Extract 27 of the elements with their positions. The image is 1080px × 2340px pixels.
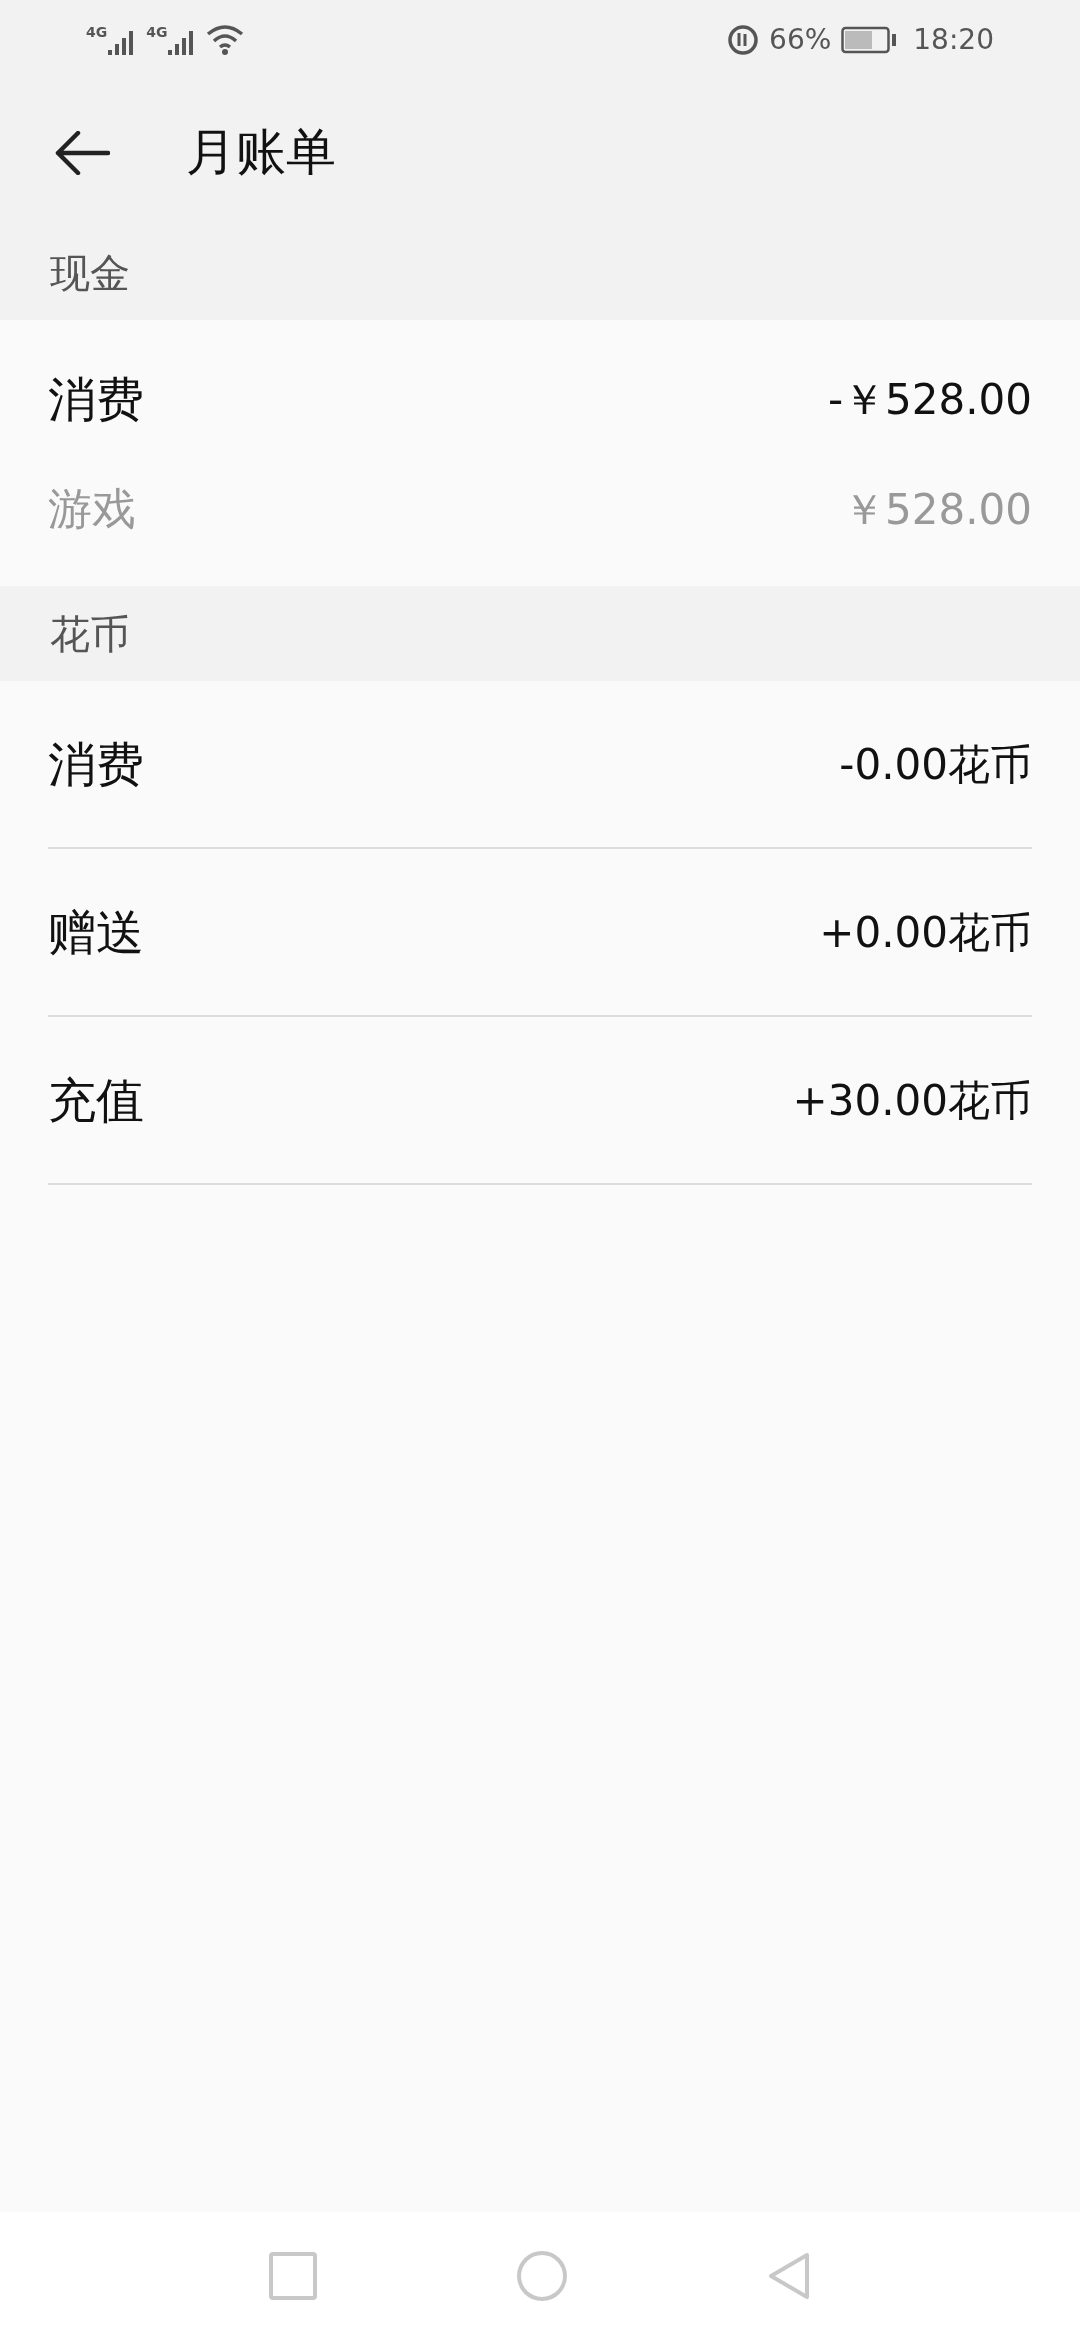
home-button[interactable] (517, 2251, 567, 2301)
battery-icon (841, 26, 898, 54)
row-label: 充值 (48, 1071, 144, 1130)
battery-percent: 66% (769, 22, 832, 58)
recents-button[interactable] (269, 2252, 317, 2300)
row-amount: ￥528.00 (843, 483, 1032, 536)
network-type: 4G (146, 25, 168, 39)
row-label: 赠送 (48, 903, 144, 962)
bill-row[interactable]: 消费 -￥528.00 (48, 320, 1032, 454)
row-amount: +0.00花币 (819, 906, 1032, 959)
section-header: 花币 (0, 586, 1080, 681)
network-type: 4G (86, 25, 108, 39)
row-label: 消费 (48, 370, 144, 429)
row-amount: +30.00花币 (792, 1074, 1032, 1127)
page-title: 月账单 (186, 122, 336, 183)
bill-row[interactable]: 赠送 +0.00花币 (48, 849, 1032, 1017)
bill-row[interactable]: 充值 +30.00花币 (48, 1017, 1032, 1185)
section-header: 现金 (0, 225, 1080, 320)
row-label: 游戏 (48, 482, 136, 536)
clock: 18:20 (913, 22, 994, 58)
bill-row[interactable]: 消费 -0.00花币 (48, 681, 1032, 849)
row-label: 消费 (48, 735, 144, 794)
row-amount: -￥528.00 (827, 373, 1032, 426)
wifi-icon (206, 24, 245, 56)
row-amount: -0.00花币 (839, 738, 1032, 791)
back-nav-button[interactable] (767, 2251, 811, 2301)
data-saver-icon (727, 24, 760, 56)
